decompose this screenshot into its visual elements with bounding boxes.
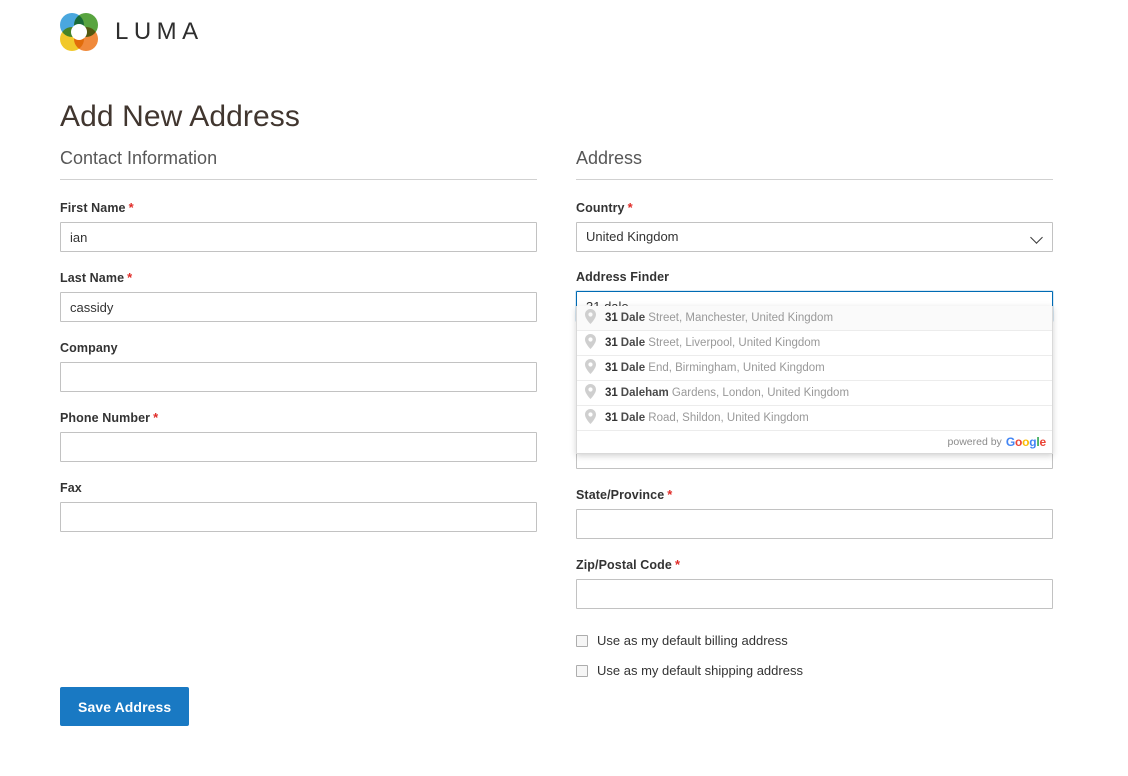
field-country: Country * United Kingdom bbox=[576, 200, 1053, 252]
contact-information-section: Contact Information First Name* Last Nam… bbox=[60, 148, 537, 550]
label-phone-number: Phone Number * bbox=[60, 410, 159, 425]
powered-by-label: powered by bbox=[947, 436, 1002, 448]
label-company: Company bbox=[60, 341, 118, 355]
label-state-province: State/Province * bbox=[576, 487, 673, 502]
field-first-name: First Name * bbox=[60, 200, 537, 252]
required-asterisk: * bbox=[667, 487, 673, 502]
first-name-input[interactable] bbox=[60, 222, 537, 252]
suggestion-number: 31 bbox=[605, 387, 618, 399]
label-zip-postal-code: Zip/Postal Code * bbox=[576, 557, 681, 572]
country-select-value[interactable]: United Kingdom bbox=[576, 222, 1053, 252]
state-province-input[interactable] bbox=[576, 509, 1053, 539]
map-pin-icon bbox=[585, 409, 599, 427]
add-new-address-page: LUMA Add New Address Contact Information… bbox=[0, 0, 1128, 776]
field-last-name: Last Name * bbox=[60, 270, 537, 322]
suggestion-text: Dale Road, Shildon, United Kingdom bbox=[620, 412, 809, 424]
default-shipping-label: Use as my default shipping address bbox=[597, 663, 803, 678]
required-asterisk: * bbox=[153, 410, 159, 425]
field-state-province: State/Province * bbox=[576, 487, 1053, 539]
field-phone-number: Phone Number * bbox=[60, 410, 537, 462]
country-select[interactable]: United Kingdom bbox=[576, 222, 1053, 252]
contact-section-title: Contact Information bbox=[60, 148, 218, 168]
address-autocomplete-dropdown[interactable]: 31 Dale Street, Manchester, United Kingdo… bbox=[576, 306, 1053, 454]
fax-input[interactable] bbox=[60, 502, 537, 532]
map-pin-icon bbox=[585, 309, 599, 327]
checkbox-row-default-shipping[interactable]: Use as my default shipping address bbox=[576, 663, 1053, 678]
suggestion-number: 31 bbox=[605, 337, 618, 349]
default-billing-checkbox[interactable] bbox=[576, 634, 588, 647]
zip-postal-code-input[interactable] bbox=[576, 579, 1053, 609]
label-address-finder: Address Finder bbox=[576, 270, 670, 284]
default-shipping-checkbox[interactable] bbox=[576, 664, 588, 677]
address-section-title: Address bbox=[576, 148, 643, 168]
map-pin-icon bbox=[585, 334, 599, 352]
autocomplete-attribution: powered by Google bbox=[577, 431, 1052, 453]
map-pin-icon bbox=[585, 384, 599, 402]
save-address-button[interactable]: Save Address bbox=[60, 687, 190, 726]
autocomplete-suggestion[interactable]: 31 Dale Street, Liverpool, United Kingdom bbox=[577, 331, 1052, 356]
suggestion-number: 31 bbox=[605, 312, 618, 324]
suggestion-number: 31 bbox=[605, 412, 618, 424]
field-zip-postal-code: Zip/Postal Code * bbox=[576, 557, 1053, 609]
last-name-input[interactable] bbox=[60, 292, 537, 322]
brand-name: LUMA bbox=[115, 18, 204, 45]
suggestion-number: 31 bbox=[605, 362, 618, 374]
suggestion-text: Dale Street, Liverpool, United Kingdom bbox=[620, 337, 821, 349]
section-divider bbox=[60, 179, 537, 180]
default-billing-label: Use as my default billing address bbox=[597, 633, 788, 648]
required-asterisk: * bbox=[674, 557, 681, 572]
label-first-name: First Name * bbox=[60, 200, 134, 215]
map-pin-icon bbox=[585, 359, 599, 377]
suggestion-text: Dale Street, Manchester, United Kingdom bbox=[620, 312, 834, 324]
field-company: Company bbox=[60, 340, 537, 392]
required-asterisk: * bbox=[627, 200, 633, 215]
autocomplete-suggestion[interactable]: 31 Dale Road, Shildon, United Kingdom bbox=[577, 406, 1052, 431]
suggestion-text: Daleham Gardens, London, United Kingdom bbox=[620, 387, 850, 399]
phone-number-input[interactable] bbox=[60, 432, 537, 462]
brand-logo[interactable]: LUMA bbox=[60, 13, 204, 51]
field-fax: Fax bbox=[60, 480, 537, 532]
luma-flower-logo-icon bbox=[60, 13, 98, 51]
page-title: Add New Address bbox=[60, 100, 300, 134]
company-input[interactable] bbox=[60, 362, 537, 392]
required-asterisk: * bbox=[127, 270, 133, 285]
google-logo: Google bbox=[1005, 435, 1046, 449]
label-fax: Fax bbox=[60, 481, 82, 495]
label-country: Country * bbox=[576, 200, 633, 215]
required-asterisk: * bbox=[128, 200, 134, 215]
suggestion-text: Dale End, Birmingham, United Kingdom bbox=[620, 362, 825, 374]
autocomplete-suggestion[interactable]: 31 Dale End, Birmingham, United Kingdom bbox=[577, 356, 1052, 381]
autocomplete-suggestion[interactable]: 31 Dale Street, Manchester, United Kingdo… bbox=[577, 306, 1052, 331]
autocomplete-suggestion[interactable]: 31 Daleham Gardens, London, United Kingdo… bbox=[577, 381, 1052, 406]
checkbox-row-default-billing[interactable]: Use as my default billing address bbox=[576, 633, 1053, 648]
section-divider bbox=[576, 179, 1053, 180]
label-last-name: Last Name * bbox=[60, 270, 133, 285]
